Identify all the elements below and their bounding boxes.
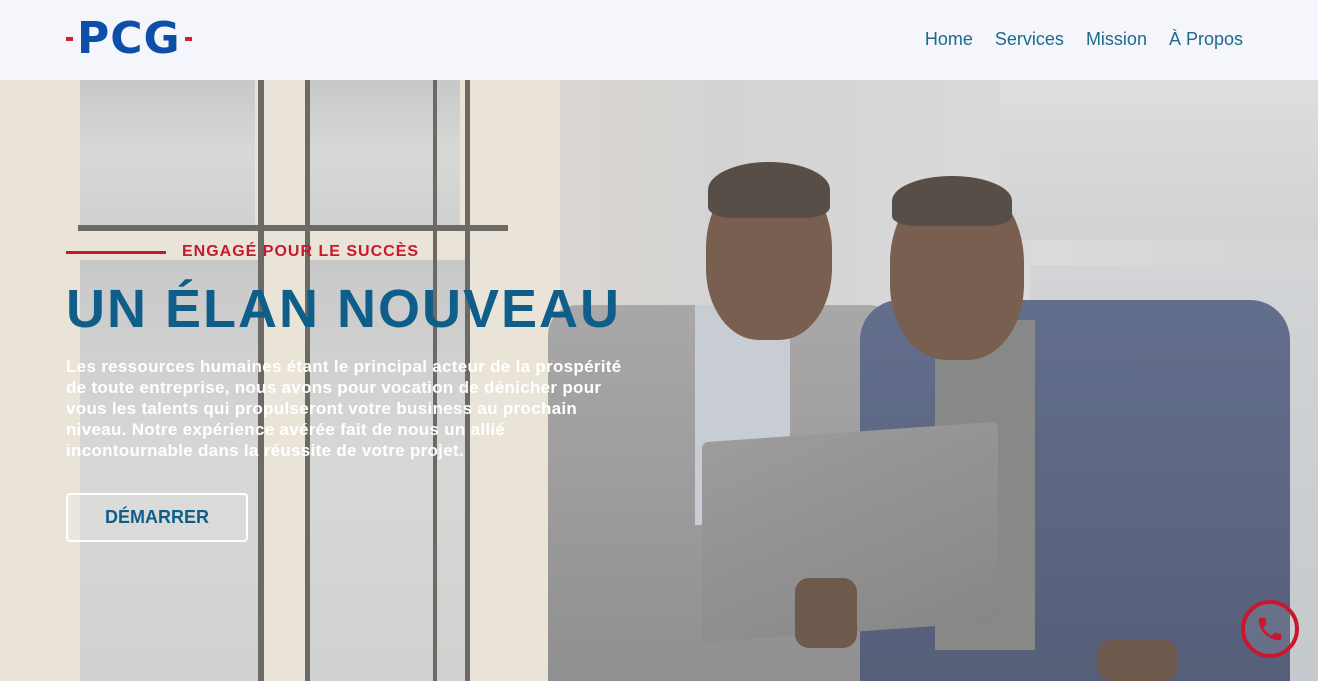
nav-services[interactable]: Services <box>995 28 1064 50</box>
hero-title: UN ÉLAN NOUVEAU <box>66 279 622 339</box>
nav-home[interactable]: Home <box>925 28 973 50</box>
logo[interactable]: PCG <box>66 14 192 64</box>
main-nav: Home Services Mission À Propos <box>925 28 1243 50</box>
logo-dot-left <box>66 37 73 41</box>
logo-text: PCG <box>77 13 181 64</box>
hero-description: Les ressources humaines étant le princip… <box>66 357 622 460</box>
whatsapp-icon <box>1258 617 1282 641</box>
nav-mission[interactable]: Mission <box>1086 28 1147 50</box>
nav-a-propos[interactable]: À Propos <box>1169 28 1243 50</box>
site-header: PCG Home Services Mission À Propos <box>0 0 1318 80</box>
logo-dot-right <box>184 37 192 41</box>
tagline-line <box>66 250 166 254</box>
tagline-text: ENGAGÉ POUR LE SUCCÈS <box>182 243 420 260</box>
whatsapp-button[interactable] <box>1241 600 1299 658</box>
start-button[interactable]: DÉMARRER <box>66 493 248 542</box>
hero-tagline: ENGAGÉ POUR LE SUCCÈS <box>66 243 419 261</box>
